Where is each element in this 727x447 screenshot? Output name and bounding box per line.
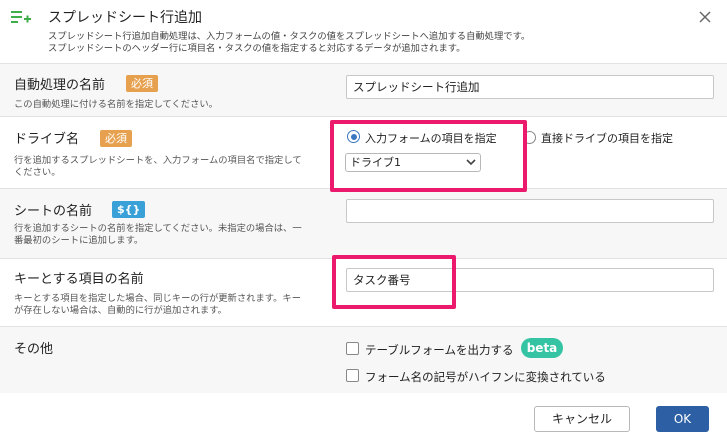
table-form-checkbox-label: テーブルフォームを出力する <box>365 343 514 357</box>
cancel-button[interactable]: キャンセル <box>534 406 630 432</box>
automation-name-hint: この自動処理に付ける名前を指定してください。 <box>14 99 218 110</box>
sheet-name-hint-line-2: 番最初のシートに追加します。 <box>14 235 144 246</box>
row-automation-name: 自動処理の名前 必須 この自動処理に付ける名前を指定してください。 スプレッドシ… <box>0 64 727 117</box>
drive-name-hint: 行を追加するスプレッドシートを、入力フォームの項目名で指定して ください。 <box>14 155 302 179</box>
dialog-description-line-1: スプレッドシート行追加自動処理は、入力フォームの値・タスクの値をスプレッドシート… <box>48 31 531 42</box>
key-field-hint: キーとする項目を指定した場合、同じキーの行が更新されます。キー が存在しない場合… <box>14 293 301 317</box>
row-sheet-name: シートの名前 ${} 行を追加するシートの名前を指定してください。未指定の場合は… <box>0 189 727 259</box>
drive-select[interactable]: ドライブ1 <box>345 153 481 172</box>
hyphen-convert-checkbox[interactable] <box>346 369 359 382</box>
chevron-down-icon <box>466 159 476 166</box>
drive-name-hint-line-2: ください。 <box>14 167 61 178</box>
dialog-description: スプレッドシート行追加自動処理は、入力フォームの値・タスクの値をスプレッドシート… <box>48 31 530 55</box>
drive-name-label: ドライブ名 <box>14 132 80 147</box>
automation-name-input[interactable]: スプレッドシート行追加 <box>346 75 714 99</box>
hyphen-convert-checkbox-label: フォーム名の記号がハイフンに変換されている <box>365 370 606 384</box>
key-field-hint-line-1: キーとする項目を指定した場合、同じキーの行が更新されます。キー <box>14 293 301 304</box>
sheet-name-input[interactable] <box>346 199 714 223</box>
spreadsheet-row-dialog: スプレッドシート行追加 スプレッドシート行追加自動処理は、入力フォームの値・タス… <box>0 0 727 447</box>
drive-name-hint-line-1: 行を追加するスプレッドシートを、入力フォームの項目名で指定して <box>14 155 302 166</box>
radio-form-item-label: 入力フォームの項目を指定 <box>365 132 497 145</box>
add-list-icon <box>11 11 31 23</box>
dialog-description-line-2: スプレッドシートのヘッダー行に項目名・タスクの値を指定すると対応するデータが追加… <box>48 43 466 54</box>
radio-direct-drive[interactable] <box>523 131 536 144</box>
dialog-footer: キャンセル OK <box>0 393 727 447</box>
key-field-hint-line-2: が存在しない場合は、自動的に行が追加されます。 <box>14 305 227 316</box>
required-badge: 必須 <box>100 130 132 147</box>
row-other-options: その他 <box>0 327 727 393</box>
sheet-name-label: シートの名前 <box>14 204 93 219</box>
key-field-input[interactable]: タスク番号 <box>346 268 714 292</box>
ok-button[interactable]: OK <box>656 406 709 432</box>
table-form-checkbox[interactable] <box>346 342 359 355</box>
script-variable-badge: ${} <box>112 201 146 218</box>
beta-badge: beta <box>521 338 563 358</box>
radio-form-item[interactable] <box>347 130 360 143</box>
dialog-header: スプレッドシート行追加 スプレッドシート行追加自動処理は、入力フォームの値・タス… <box>0 0 727 64</box>
close-icon[interactable] <box>697 9 713 25</box>
drive-select-value: ドライブ1 <box>350 156 401 169</box>
sheet-name-hint-line-1: 行を追加するシートの名前を指定してください。未指定の場合は、一 <box>14 223 302 234</box>
automation-name-label: 自動処理の名前 <box>14 78 106 93</box>
dialog-title: スプレッドシート行追加 <box>48 10 202 26</box>
key-field-label: キーとする項目の名前 <box>14 272 144 287</box>
sheet-name-hint: 行を追加するシートの名前を指定してください。未指定の場合は、一 番最初のシートに… <box>14 223 302 247</box>
other-options-label: その他 <box>14 342 54 357</box>
required-badge: 必須 <box>126 75 158 92</box>
radio-direct-drive-label: 直接ドライブの項目を指定 <box>541 132 673 145</box>
row-key-field: キーとする項目の名前 キーとする項目を指定した場合、同じキーの行が更新されます。… <box>0 259 727 327</box>
